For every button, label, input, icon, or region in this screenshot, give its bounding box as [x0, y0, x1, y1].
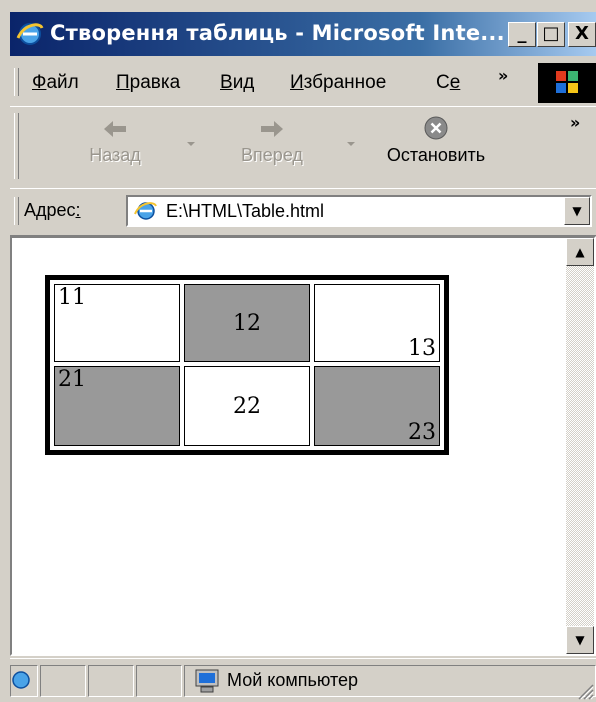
menu-service-truncated[interactable]: Се [436, 72, 460, 94]
table-cell: 12 [184, 284, 310, 362]
menu-favorites[interactable]: Избранное [290, 72, 386, 94]
table-cell: 13 [314, 284, 440, 362]
table-row: 21 22 23 [54, 366, 440, 446]
forward-arrow-icon [261, 121, 283, 137]
vertical-scrollbar[interactable]: ▲ ▼ [566, 238, 594, 654]
status-progress-pane [10, 665, 38, 697]
addressbar-grip[interactable] [14, 197, 19, 225]
status-bar: Мой компьютер [10, 658, 596, 702]
windows-logo-throbber [538, 63, 596, 103]
page-content: 11 12 13 21 22 23 ▲ ▼ [10, 236, 596, 656]
forward-label: Вперед [241, 145, 303, 165]
address-input[interactable]: E:\HTML\Table.html ▼ [126, 195, 592, 227]
stop-icon [424, 116, 448, 140]
back-dropdown-icon[interactable] [186, 141, 196, 147]
window-title: Створення таблиць - Microsoft Inte... [50, 21, 505, 45]
table-cell: 11 [54, 284, 180, 362]
table-cell: 23 [314, 366, 440, 446]
scroll-up-button[interactable]: ▲ [566, 238, 594, 266]
back-label: Назад [89, 145, 141, 165]
menu-file[interactable]: Файл [32, 72, 79, 94]
menu-bar: Файл Правка Вид Избранное Се » [10, 60, 596, 104]
status-pane [88, 665, 134, 697]
standard-toolbar: Назад Вперед Остановить » [10, 106, 596, 187]
my-computer-icon [195, 669, 219, 693]
close-button[interactable]: X [568, 22, 596, 47]
scroll-up-icon: ▲ [575, 245, 585, 259]
close-icon: X [575, 23, 589, 44]
stop-label: Остановить [386, 145, 486, 165]
address-label: Адрес: [24, 200, 81, 220]
menu-view[interactable]: Вид [220, 72, 254, 94]
menu-overflow-chevron[interactable]: » [498, 66, 508, 85]
forward-dropdown-icon[interactable] [346, 141, 356, 147]
maximize-button[interactable]: □ [537, 22, 565, 47]
menu-edit[interactable]: Правка [116, 72, 180, 94]
status-zone-pane: Мой компьютер [184, 665, 596, 697]
title-bar[interactable]: Створення таблиць - Microsoft Inte... _ … [10, 12, 596, 56]
status-ie-icon [12, 671, 30, 689]
menubar-grip[interactable] [14, 68, 19, 96]
scroll-down-icon: ▼ [575, 633, 585, 647]
zone-text: Мой компьютер [227, 670, 359, 690]
internet-explorer-icon [16, 23, 44, 45]
browser-window: Створення таблиць - Microsoft Inte... _ … [0, 0, 596, 701]
minimize-icon: _ [517, 23, 527, 44]
minimize-button[interactable]: _ [508, 22, 536, 47]
forward-button[interactable]: Вперед [222, 117, 322, 166]
maximize-icon: □ [542, 23, 560, 44]
status-pane [136, 665, 182, 697]
address-dropdown-button[interactable]: ▼ [564, 197, 590, 225]
page-icon [134, 202, 157, 220]
toolbar-grip[interactable] [14, 113, 19, 179]
back-button[interactable]: Назад [70, 117, 160, 166]
toolbar-overflow-chevron[interactable]: » [570, 113, 580, 132]
resize-grip-icon[interactable] [576, 682, 594, 700]
windows-flag-icon [556, 71, 578, 93]
demo-table: 11 12 13 21 22 23 [45, 275, 449, 455]
status-pane [40, 665, 86, 697]
address-value: E:\HTML\Table.html [166, 201, 325, 221]
address-bar: Адрес: E:\HTML\Table.html ▼ [10, 188, 596, 236]
back-arrow-icon [104, 121, 126, 137]
table-row: 11 12 13 [54, 284, 440, 362]
stop-button[interactable]: Остановить [366, 115, 506, 166]
table-cell: 22 [184, 366, 310, 446]
dropdown-arrow-icon: ▼ [572, 204, 582, 218]
scroll-down-button[interactable]: ▼ [566, 626, 594, 654]
table-cell: 21 [54, 366, 180, 446]
